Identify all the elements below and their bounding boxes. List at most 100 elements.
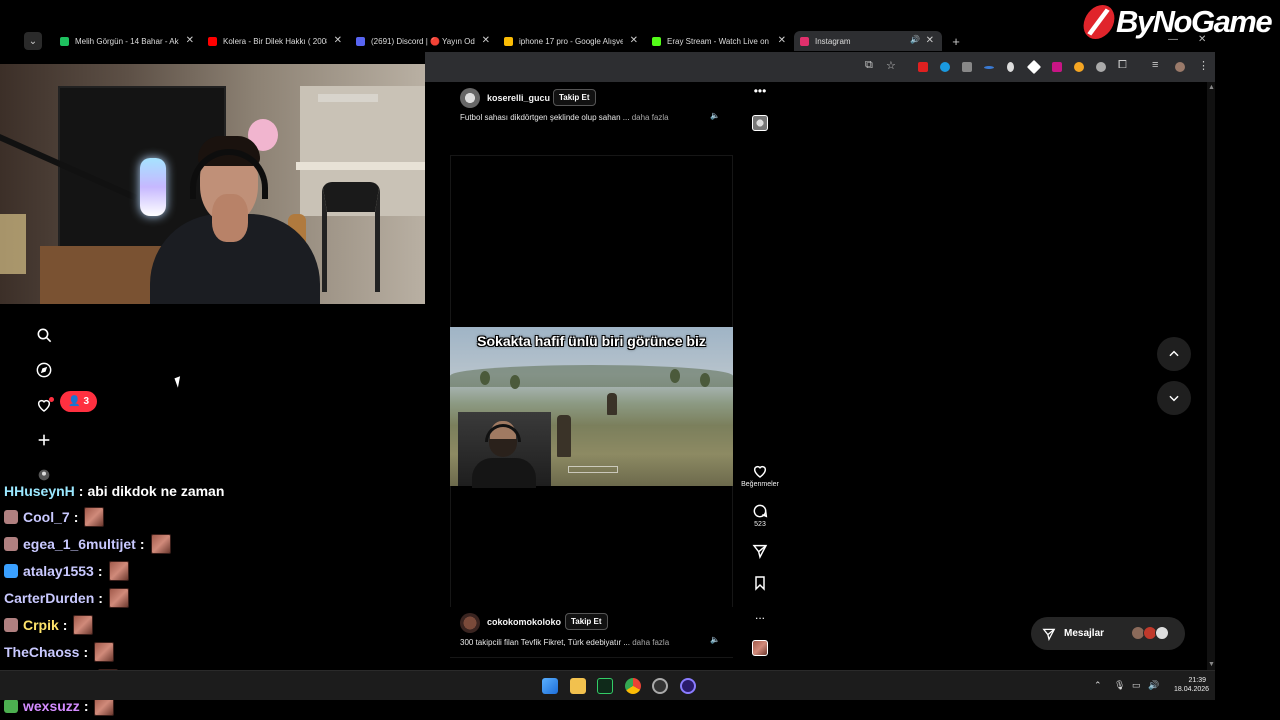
- file-explorer-icon[interactable]: [570, 678, 586, 694]
- previous-reel-button[interactable]: [1157, 337, 1191, 371]
- tab-instagram[interactable]: Instagram 🔊 ✕: [794, 31, 942, 51]
- sound-icon[interactable]: 🔈: [708, 632, 722, 646]
- tab-search-button[interactable]: ⌄: [24, 32, 42, 50]
- tab-label: (2691) Discord | 🔴 Yayın Odası: [371, 36, 475, 46]
- chat-separator: :: [97, 563, 103, 579]
- emote-icon: [73, 615, 94, 635]
- app-icon[interactable]: [597, 678, 613, 694]
- reel-username[interactable]: cokokomokoloko: [487, 617, 561, 627]
- extension-icon[interactable]: [940, 62, 950, 72]
- scene-tree: [700, 373, 710, 387]
- tab-discord[interactable]: (2691) Discord | 🔴 Yayın Odası ✕: [350, 31, 498, 51]
- close-icon[interactable]: ✕: [482, 35, 490, 46]
- bookmark-star-icon[interactable]: ☆: [886, 59, 896, 72]
- chat-separator: :: [139, 536, 145, 552]
- follow-button[interactable]: Takip Et: [553, 89, 596, 106]
- close-icon[interactable]: ✕: [926, 35, 934, 46]
- more-options-icon[interactable]: •••: [740, 84, 780, 98]
- chat-message: Crpik :: [4, 614, 94, 636]
- webcam-bar-stool: [322, 182, 380, 292]
- messages-button[interactable]: Mesajlar: [1031, 617, 1185, 650]
- tab-label: Melih Görgün - 14 Bahar - Akor: [75, 36, 179, 46]
- tab-kolera[interactable]: Kolera - Bir Dilek Hakkı ( 2008 ) ✕: [202, 31, 350, 51]
- microphone-icon[interactable]: 🎙: [1114, 680, 1125, 691]
- tab-google-shopping[interactable]: iphone 17 pro - Google Alışveriş ✕: [498, 31, 646, 51]
- tab-favicon: [504, 36, 513, 46]
- like-button[interactable]: Beğenmeler: [740, 463, 780, 488]
- tab-label: Eray Stream - Watch Live on K: [667, 36, 771, 46]
- webcam-lamp: [0, 214, 26, 274]
- reel-facecam: [458, 412, 551, 488]
- extension-icon[interactable]: [984, 66, 994, 69]
- install-icon[interactable]: ⧉: [865, 59, 873, 72]
- follow-button[interactable]: Takip Et: [565, 613, 608, 630]
- volume-icon[interactable]: 🔊: [1148, 680, 1159, 691]
- reading-list-icon[interactable]: ≡: [1152, 59, 1158, 71]
- bynogame-mark-icon: [1080, 5, 1118, 39]
- chat-username: atalay1553: [23, 563, 94, 579]
- tab-favicon: [60, 36, 69, 46]
- adblock-extension-icon[interactable]: [918, 62, 928, 72]
- explore-icon[interactable]: [35, 361, 53, 379]
- new-tab-button[interactable]: +: [946, 34, 966, 49]
- chrome-icon[interactable]: [625, 678, 641, 694]
- browser-toolbar: ⧉ ☆ ⧠ ≡ ⋮: [425, 52, 1215, 82]
- tab-melih[interactable]: Melih Görgün - 14 Bahar - Akor ✕: [54, 31, 202, 51]
- app-icon[interactable]: [680, 678, 696, 694]
- chat-message: TheChaoss :: [4, 641, 115, 663]
- kebab-menu-icon[interactable]: ⋮: [1198, 59, 1209, 72]
- close-icon[interactable]: ✕: [334, 35, 342, 46]
- close-icon[interactable]: ✕: [186, 35, 194, 46]
- next-reel-button[interactable]: [1157, 381, 1191, 415]
- chat-text: abi dikdok ne zaman: [87, 483, 225, 499]
- emote-icon: [108, 588, 129, 608]
- facecam-headphones: [485, 424, 521, 442]
- close-icon[interactable]: ✕: [630, 35, 638, 46]
- extension-icon[interactable]: [962, 62, 972, 72]
- extension-icon[interactable]: [1052, 62, 1062, 72]
- profile-avatar[interactable]: [1175, 62, 1185, 72]
- audio-thumbnail[interactable]: [752, 115, 768, 131]
- reel-author-avatar[interactable]: [460, 88, 480, 108]
- tab-kick-stream[interactable]: Eray Stream - Watch Live on K ✕: [646, 31, 794, 51]
- scrollbar[interactable]: [1207, 82, 1215, 670]
- reel-author-avatar[interactable]: [460, 613, 480, 633]
- extension-icon[interactable]: [1074, 62, 1084, 72]
- chat-badge-icon: [4, 564, 18, 578]
- more-link[interactable]: daha fazla: [632, 113, 669, 122]
- tray-chevron-icon[interactable]: ⌃: [1094, 680, 1102, 691]
- clock-time: 21:39: [1188, 677, 1206, 684]
- extensions-puzzle-icon[interactable]: ⧠: [1118, 59, 1127, 72]
- share-button[interactable]: [740, 543, 780, 559]
- windows-start-icon[interactable]: [542, 678, 558, 694]
- extension-icon[interactable]: [1007, 62, 1014, 72]
- comment-button[interactable]: 523: [740, 503, 780, 528]
- chat-badge-icon: [4, 699, 18, 713]
- scroll-down-icon[interactable]: ▼: [1208, 661, 1215, 668]
- more-options-icon[interactable]: ...: [740, 608, 780, 622]
- audio-thumbnail[interactable]: [752, 640, 768, 656]
- sound-icon[interactable]: 🔈: [708, 108, 722, 122]
- scene-tree: [480, 371, 490, 385]
- reel-username[interactable]: koserelli_gucu: [487, 93, 550, 103]
- obs-icon[interactable]: [652, 678, 668, 694]
- chat-separator: :: [98, 590, 103, 606]
- like-label: Beğenmeler: [741, 481, 779, 488]
- chat-separator: :: [83, 698, 89, 714]
- save-button[interactable]: [740, 575, 780, 591]
- more-link[interactable]: daha fazla: [632, 638, 669, 647]
- emote-icon: [108, 561, 129, 581]
- tab-favicon: [356, 36, 365, 46]
- notification-badge[interactable]: 👤 3: [60, 391, 98, 412]
- extension-icon[interactable]: [1026, 59, 1042, 75]
- taskbar-clock[interactable]: 21:39 18.04.2026: [1174, 676, 1209, 694]
- create-icon[interactable]: [35, 431, 53, 449]
- extension-icon[interactable]: [1096, 62, 1106, 72]
- scroll-up-icon[interactable]: ▲: [1208, 84, 1215, 91]
- close-icon[interactable]: ✕: [778, 35, 786, 46]
- network-icon[interactable]: ▭: [1132, 680, 1141, 691]
- search-icon[interactable]: [35, 326, 53, 344]
- tab-favicon: [800, 36, 809, 46]
- chat-separator: :: [62, 617, 68, 633]
- speaker-icon[interactable]: 🔊: [910, 35, 920, 44]
